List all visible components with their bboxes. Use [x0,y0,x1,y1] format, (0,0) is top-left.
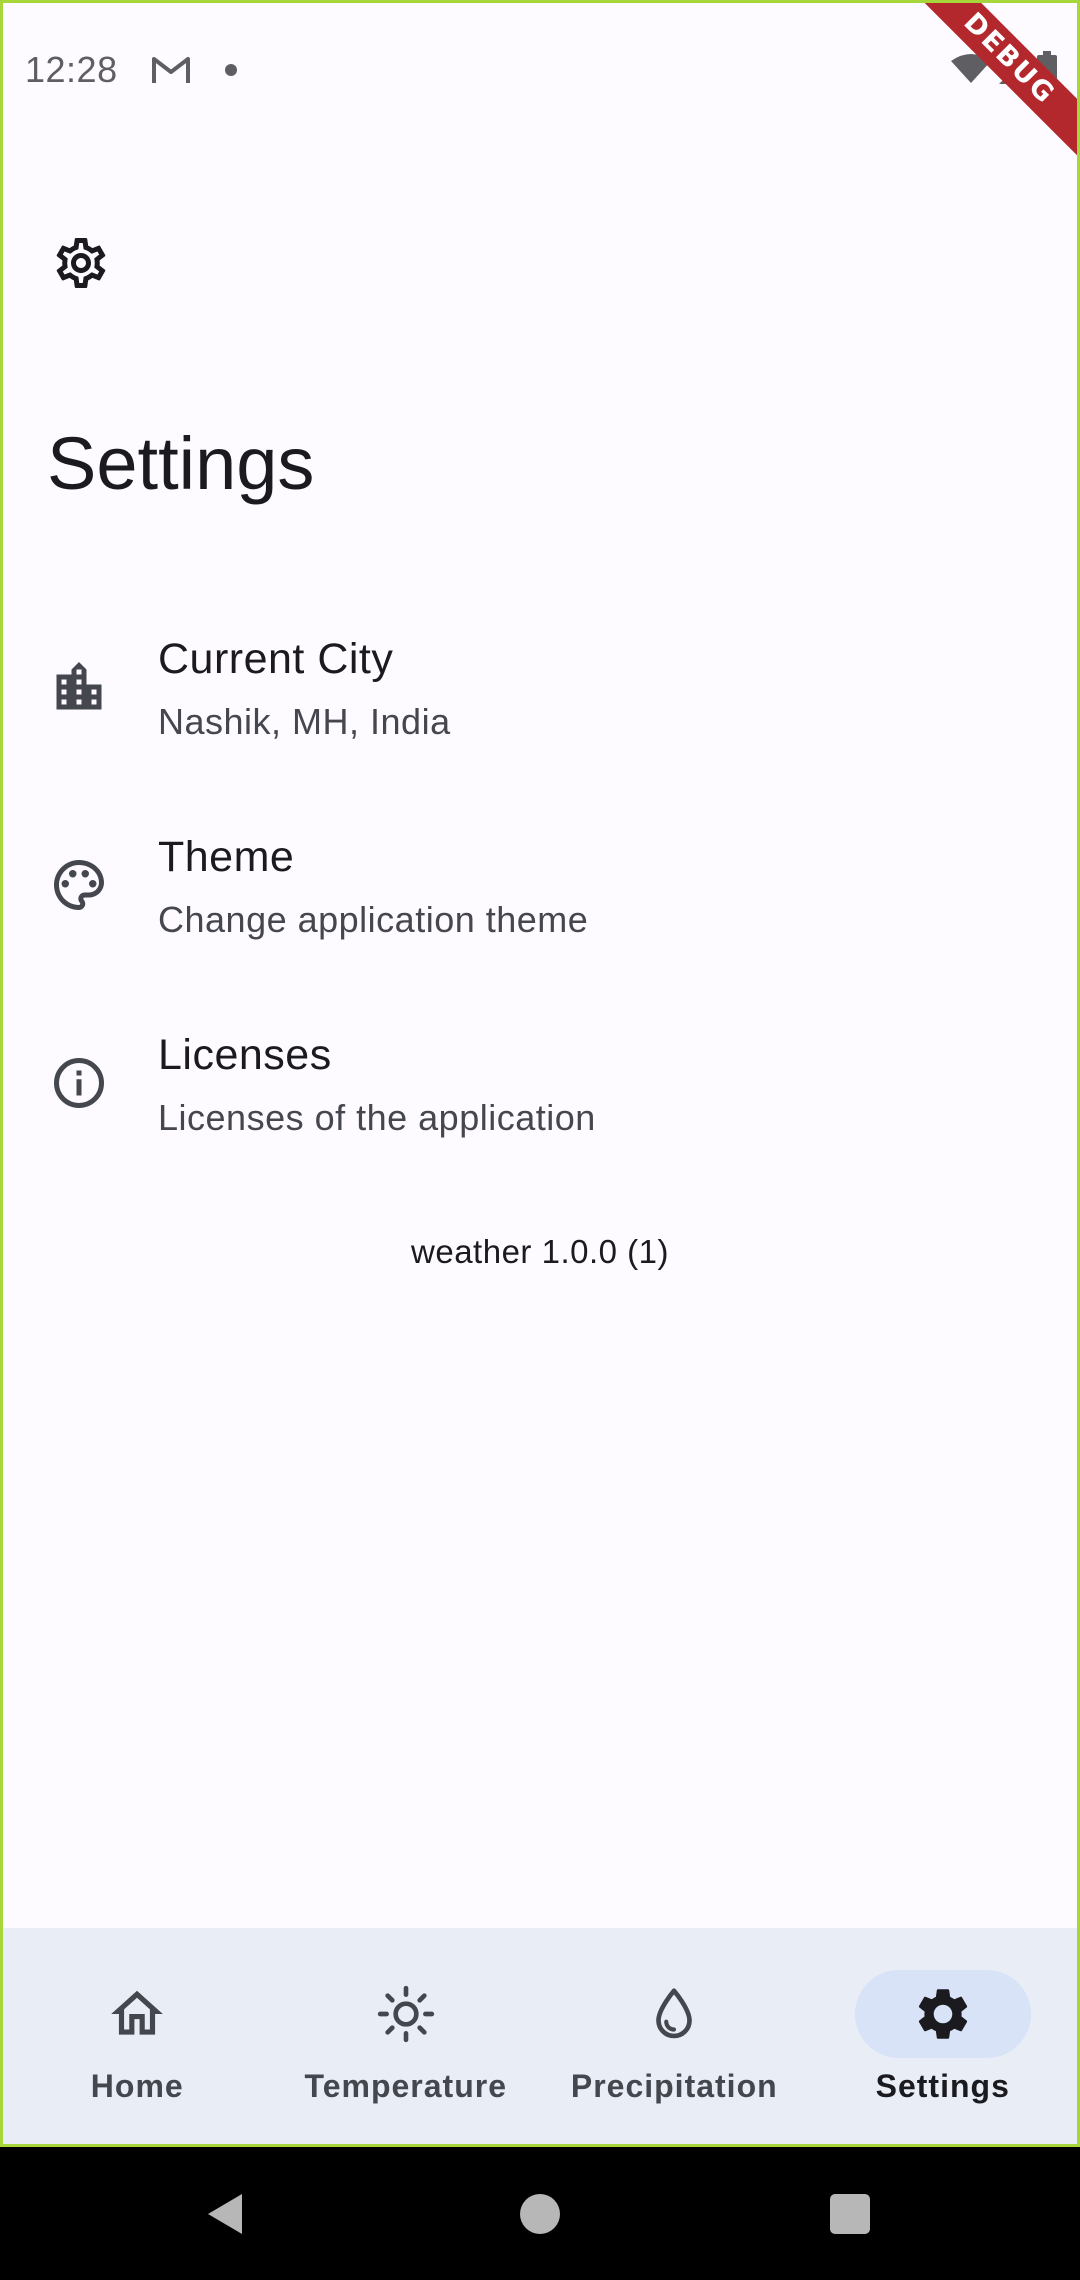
palette-icon [54,860,104,910]
settings-list: Current City Nashik, MH, India Theme Cha… [3,603,1077,1197]
setting-title: Licenses [158,1031,332,1079]
home-button[interactable] [520,2194,560,2234]
nav-label: Settings [875,2068,1010,2104]
dot-icon [225,64,237,76]
info-icon [54,1058,104,1108]
city-icon [56,662,102,710]
drop-icon [656,1988,693,2039]
app-screen: 12:28 DEBUG Settings Current City Nashik… [0,0,1080,2147]
nav-item-temperature[interactable]: Temperature [272,1928,541,2144]
sun-icon [377,1985,434,2043]
nav-item-home[interactable]: Home [3,1928,272,2144]
nav-label: Precipitation [570,2068,778,2104]
back-icon[interactable] [204,2190,252,2238]
setting-title: Current City [158,635,394,683]
setting-subtitle: Licenses of the application [158,1097,596,1138]
setting-current-city[interactable]: Current City Nashik, MH, India [3,603,1077,801]
home-icon [111,1990,164,2035]
bottom-navigation-bar: Home Temperature Precipitation Settings [3,1928,1078,2144]
setting-subtitle: Nashik, MH, India [158,701,451,742]
app-version: weather 1.0.0 (1) [411,1233,669,1270]
gear-icon [56,238,106,288]
nav-label: Temperature [304,2068,507,2104]
setting-subtitle: Change application theme [158,899,589,940]
gear-icon [918,1989,967,2039]
recents-button[interactable] [830,2194,870,2234]
setting-title: Theme [158,833,295,881]
page-title: Settings [47,422,315,505]
status-bar: 12:28 DEBUG [3,3,1077,166]
nav-item-precipitation[interactable]: Precipitation [540,1928,809,2144]
gmail-icon [152,57,190,83]
status-time: 12:28 [25,49,118,90]
nav-item-settings[interactable]: Settings [809,1928,1078,2144]
setting-licenses[interactable]: Licenses Licenses of the application [3,999,1077,1197]
setting-theme[interactable]: Theme Change application theme [3,801,1077,999]
nav-label: Home [90,2068,184,2104]
